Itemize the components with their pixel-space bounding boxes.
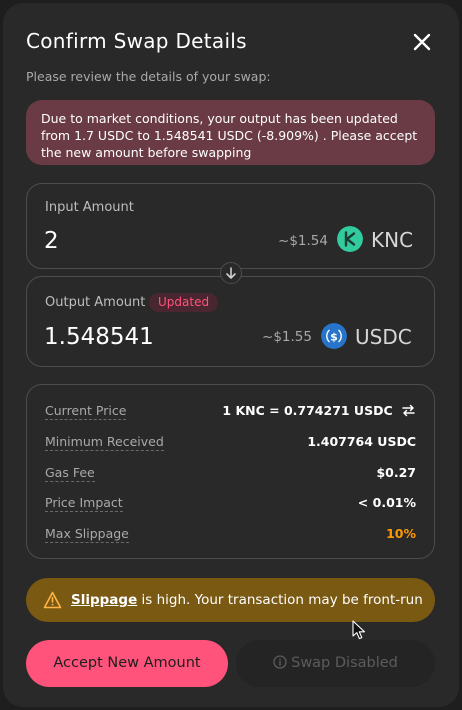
input-amount-panel: Input Amount 2 ~$1.54 KNC xyxy=(26,183,435,269)
slippage-link[interactable]: Slippage xyxy=(71,592,137,608)
price-update-alert: Due to market conditions, your output ha… xyxy=(26,100,435,165)
current-price-value: 1 KNC = 0.774271 USDC xyxy=(222,403,393,418)
minimum-received-value: 1.407764 USDC xyxy=(307,434,416,449)
modal-subtitle: Please review the details of your swap: xyxy=(26,69,271,84)
output-token-symbol: USDC xyxy=(355,325,412,349)
updated-badge: Updated xyxy=(149,293,219,312)
swap-disabled-label: Swap Disabled xyxy=(291,655,398,671)
price-impact-value: < 0.01% xyxy=(357,495,416,510)
price-impact-label: Price Impact xyxy=(45,495,123,512)
invert-price-icon[interactable] xyxy=(401,403,416,418)
accept-new-amount-button[interactable]: Accept New Amount xyxy=(26,640,228,687)
alert-message: Due to market conditions, your output ha… xyxy=(41,111,418,160)
gas-fee-value: $0.27 xyxy=(376,465,416,480)
detail-row-current-price: Current Price 1 KNC = 0.774271 USDC xyxy=(45,403,416,423)
swap-disabled-button[interactable]: Swap Disabled xyxy=(236,640,435,687)
input-amount-value: 2 xyxy=(44,228,59,254)
warning-text: is high. Your transaction may be front-r… xyxy=(137,592,423,608)
detail-row-gas-fee: Gas Fee $0.27 xyxy=(45,465,416,485)
warning-text-wrap: Slippage is high. Your transaction may b… xyxy=(71,592,423,608)
detail-row-price-impact: Price Impact < 0.01% xyxy=(45,495,416,515)
close-icon[interactable] xyxy=(411,31,433,53)
minimum-received-label: Minimum Received xyxy=(45,434,164,451)
detail-row-max-slippage: Max Slippage 10% xyxy=(45,526,416,546)
gas-fee-label: Gas Fee xyxy=(45,465,95,482)
mouse-cursor-icon xyxy=(352,620,366,640)
output-amount-label: Output Amount xyxy=(45,295,146,310)
output-amount-panel: Output Amount Updated 1.548541 ~$1.55 $ … xyxy=(26,276,435,367)
slippage-warning: Slippage is high. Your transaction may b… xyxy=(26,578,435,622)
knc-token-icon xyxy=(337,226,363,252)
input-usd-value: ~$1.54 xyxy=(278,233,328,249)
confirm-swap-modal: Confirm Swap Details Please review the d… xyxy=(3,3,459,707)
swap-details-panel: Current Price 1 KNC = 0.774271 USDC Mini… xyxy=(26,384,435,559)
detail-row-minimum-received: Minimum Received 1.407764 USDC xyxy=(45,434,416,454)
current-price-value-wrap: 1 KNC = 0.774271 USDC xyxy=(222,403,416,418)
modal-title: Confirm Swap Details xyxy=(26,29,247,53)
input-token-symbol: KNC xyxy=(371,228,414,252)
arrow-down-icon xyxy=(226,267,236,279)
output-amount-value: 1.548541 xyxy=(44,324,154,350)
svg-text:$: $ xyxy=(330,331,338,344)
warning-icon xyxy=(43,591,62,609)
swap-direction xyxy=(220,262,242,284)
max-slippage-label: Max Slippage xyxy=(45,526,129,543)
current-price-label: Current Price xyxy=(45,403,127,420)
max-slippage-value: 10% xyxy=(386,526,416,541)
input-amount-label: Input Amount xyxy=(45,200,134,215)
info-icon xyxy=(273,655,287,669)
usdc-token-icon: $ xyxy=(321,323,347,349)
output-usd-value: ~$1.55 xyxy=(262,329,312,345)
